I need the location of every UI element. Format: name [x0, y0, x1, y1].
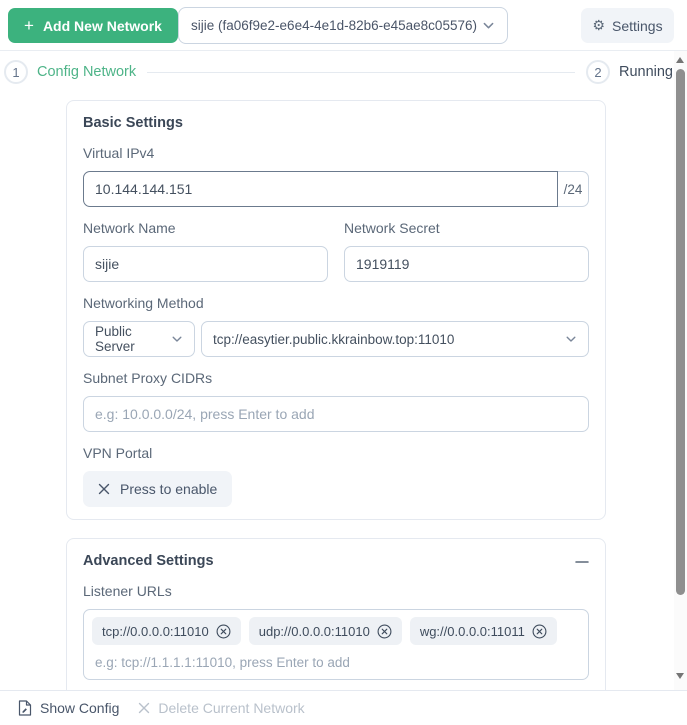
chip-label: wg://0.0.0.0:11011	[419, 623, 525, 639]
listener-url-chip: wg://0.0.0.0:11011	[409, 617, 557, 645]
listener-url-chip: udp://0.0.0.0:11010	[248, 617, 402, 645]
virtual-ipv4-input[interactable]	[83, 171, 558, 207]
scrollbar-thumb[interactable]	[676, 69, 685, 595]
remove-chip-icon[interactable]	[532, 624, 547, 639]
network-name-label: Network Name	[83, 220, 176, 236]
public-server-url-select[interactable]: tcp://easytier.public.kkrainbow.top:1101…	[201, 321, 589, 357]
remove-chip-icon[interactable]	[377, 624, 392, 639]
stepper: 1 Config Network 2 Running	[4, 60, 673, 84]
vpn-portal-enable-button[interactable]: Press to enable	[83, 471, 233, 507]
chevron-down-icon	[482, 19, 495, 32]
basic-settings-title: Basic Settings	[83, 115, 183, 131]
add-new-network-button[interactable]: + Add New Network	[8, 8, 178, 43]
step-2-label: Running	[618, 64, 673, 80]
network-select-value: sijie (fa06f9e2-e6e4-4e1d-82b6-e45ae8c05…	[191, 18, 477, 33]
step-2-number: 2	[594, 64, 602, 80]
chevron-down-icon	[171, 333, 183, 345]
networking-method-label: Networking Method	[83, 295, 204, 311]
vpn-portal-label: VPN Portal	[83, 445, 153, 461]
delete-current-network-button[interactable]: Delete Current Network	[138, 700, 305, 716]
file-edit-icon	[18, 700, 32, 716]
x-icon	[138, 702, 150, 714]
scrollbar-down-arrow[interactable]	[676, 673, 684, 679]
networking-method-select[interactable]: Public Server	[83, 321, 195, 357]
network-name-input[interactable]	[83, 246, 328, 282]
vpn-portal-enable-label: Press to enable	[120, 481, 218, 497]
subnet-proxy-input[interactable]	[83, 396, 589, 432]
show-config-label: Show Config	[40, 700, 120, 716]
listener-urls-label: Listener URLs	[83, 583, 172, 599]
step-2-circle[interactable]: 2	[585, 60, 610, 84]
network-secret-label: Network Secret	[344, 220, 440, 236]
scrollbar-up-arrow[interactable]	[676, 57, 684, 63]
listener-urls-input-box[interactable]: tcp://0.0.0.0:11010 udp://0.0.0.0:11010 …	[83, 609, 589, 680]
add-new-network-label: Add New Network	[42, 17, 162, 34]
virtual-ipv4-label: Virtual IPv4	[83, 145, 155, 161]
network-secret-input[interactable]	[344, 246, 589, 282]
header-toolbar: + Add New Network sijie (fa06f9e2-e6e4-4…	[0, 0, 687, 51]
gear-icon: ⚙	[592, 17, 605, 34]
collapse-minus-icon[interactable]	[575, 555, 589, 569]
step-1-circle[interactable]: 1	[4, 60, 28, 84]
networking-method-value: Public Server	[95, 324, 135, 354]
footer-action-bar: Show Config Delete Current Network	[0, 690, 687, 725]
subnet-proxy-label: Subnet Proxy CIDRs	[83, 370, 213, 386]
settings-label: Settings	[611, 17, 663, 34]
vertical-scrollbar[interactable]	[674, 51, 687, 690]
delete-current-network-label: Delete Current Network	[158, 700, 305, 716]
show-config-button[interactable]: Show Config	[18, 700, 119, 716]
settings-button[interactable]: ⚙ Settings	[581, 8, 674, 43]
virtual-ipv4-group: /24	[83, 171, 589, 207]
advanced-settings-title: Advanced Settings	[83, 553, 214, 569]
step-1-number: 1	[12, 64, 20, 80]
remove-chip-icon[interactable]	[216, 624, 231, 639]
chip-label: udp://0.0.0.0:11010	[258, 623, 370, 639]
chevron-down-icon	[565, 333, 577, 345]
plus-icon: +	[24, 15, 34, 35]
public-server-url-value: tcp://easytier.public.kkrainbow.top:1101…	[213, 331, 455, 347]
listener-urls-placeholder: e.g: tcp://1.1.1.1:11010, press Enter to…	[95, 655, 350, 670]
virtual-ipv4-suffix: /24	[558, 171, 589, 207]
x-icon	[98, 483, 110, 495]
chip-label: tcp://0.0.0.0:11010	[102, 623, 209, 639]
stepper-connector-line	[147, 71, 575, 73]
step-1-label: Config Network	[37, 64, 137, 80]
listener-url-chip: tcp://0.0.0.0:11010	[92, 617, 241, 645]
network-select[interactable]: sijie (fa06f9e2-e6e4-4e1d-82b6-e45ae8c05…	[178, 7, 508, 44]
basic-settings-card: Basic Settings Virtual IPv4 /24 Network …	[66, 100, 606, 520]
